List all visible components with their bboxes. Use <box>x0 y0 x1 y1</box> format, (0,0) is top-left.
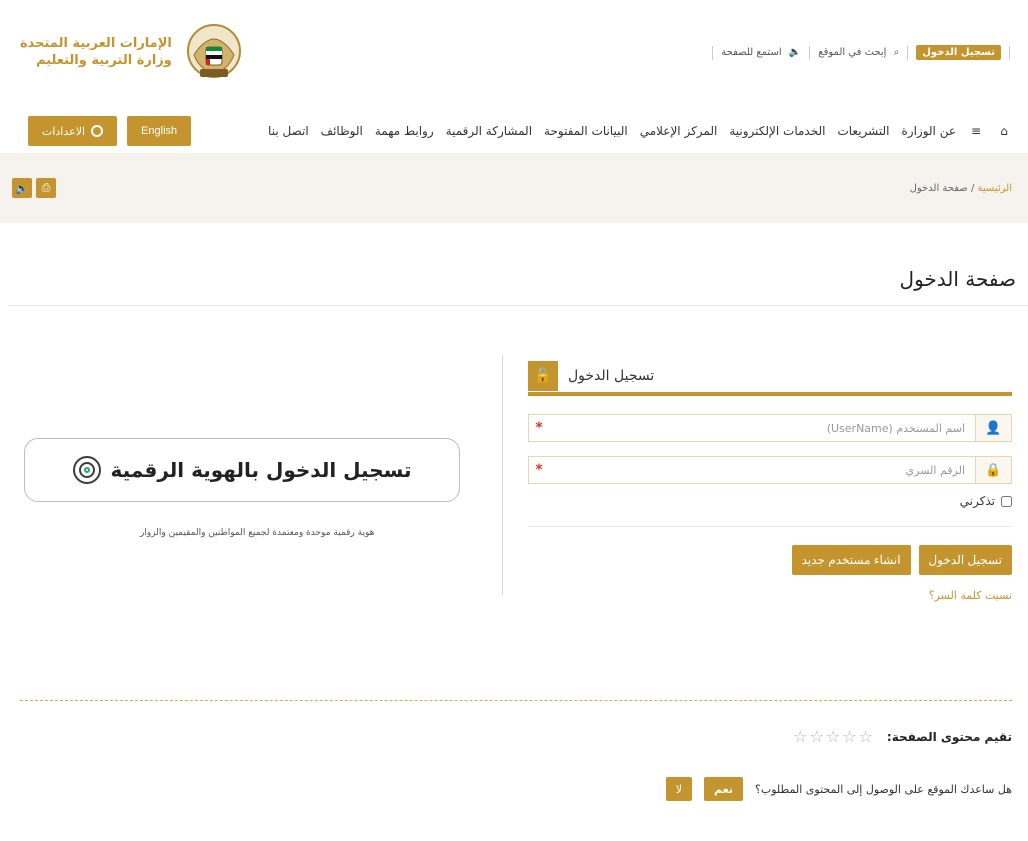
main-content: تسجيل الدخول 🔓 👤 اسم المستخدم (UserName)… <box>0 350 1028 610</box>
star-icon[interactable]: ☆ <box>826 727 840 746</box>
login-header: تسجيل الدخول 🔓 <box>528 360 1012 396</box>
rating-label: تقيم محتوى الصفحة: <box>886 729 1012 744</box>
breadcrumb-home[interactable]: الرئيسية <box>978 183 1012 194</box>
login-actions: تسجيل الدخول انشاء مستخدم جديد <box>528 545 1012 575</box>
search-link-label: إبحث في الموقع <box>818 47 887 58</box>
listen-link-label: استمع للصفحة <box>721 47 782 58</box>
breadcrumb-current: صفحة الدخول <box>909 182 968 194</box>
title-divider <box>8 305 1028 306</box>
helpful-yes-button[interactable]: نعم <box>704 777 743 801</box>
remember-checkbox[interactable] <box>1001 495 1012 507</box>
home-icon[interactable]: ⌂ <box>996 123 1012 139</box>
uae-emblem-icon <box>182 21 246 85</box>
top-header: تسجيل الدخول ⌕ إبحث في الموقع 🔈 استمع لل… <box>0 0 1028 105</box>
user-icon: 👤 <box>975 415 1011 441</box>
register-button[interactable]: انشاء مستخدم جديد <box>791 545 911 575</box>
username-field[interactable]: 👤 اسم المستخدم (UserName) * <box>528 414 1012 442</box>
helpful-question: هل ساعدك الموقع على الوصول إلى المحتوى ا… <box>755 782 1012 796</box>
rating-stars[interactable]: ☆ ☆ ☆ ☆ ☆ <box>793 727 873 746</box>
logo-texts: الإمارات العربية المتحدة وزارة التربية و… <box>20 36 172 69</box>
page-actions: ⎙ 🔈 <box>12 178 56 198</box>
main-nav: ⌂ ≡ عن الوزارة التشريعات الخدمات الإلكتر… <box>0 115 1028 147</box>
separator <box>712 45 714 60</box>
separator <box>809 45 811 60</box>
fingerprint-icon <box>72 456 101 484</box>
helpful-row: هل ساعدك الموقع على الوصول إلى المحتوى ا… <box>665 777 1012 801</box>
search-link[interactable]: ⌕ إبحث في الموقع <box>818 47 899 58</box>
nav-item-legislations[interactable]: التشريعات <box>837 124 889 138</box>
nav-item-contact[interactable]: اتصل بنا <box>268 124 309 138</box>
speaker-button[interactable]: 🔈 <box>12 178 32 198</box>
nav-item-digital-participation[interactable]: المشاركة الرقمية <box>446 124 532 138</box>
logo-line-1: الإمارات العربية المتحدة <box>20 36 172 52</box>
separator <box>907 45 909 60</box>
listen-link[interactable]: 🔈 استمع للصفحة <box>721 47 801 58</box>
print-button[interactable]: ⎙ <box>36 178 56 198</box>
login-panel: تسجيل الدخول 🔓 👤 اسم المستخدم (UserName)… <box>528 360 1012 602</box>
nav-item-about[interactable]: عن الوزارة <box>901 124 956 138</box>
forgot-password-link[interactable]: نسيت كلمة السر؟ <box>528 589 1012 602</box>
speaker-icon: 🔈 <box>788 47 802 58</box>
uae-pass-button[interactable]: تسجيل الدخول بالهوية الرقمية <box>24 438 460 502</box>
breadcrumb-band: الرئيسية / صفحة الدخول ⎙ 🔈 <box>0 153 1028 223</box>
login-button[interactable]: تسجيل الدخول <box>918 545 1012 575</box>
breadcrumb: الرئيسية / صفحة الدخول <box>910 183 1012 194</box>
password-field[interactable]: 🔒 الرقم السري * <box>528 456 1012 484</box>
search-icon: ⌕ <box>893 47 900 58</box>
lock-icon: 🔒 <box>975 457 1011 483</box>
required-icon: * <box>535 462 543 478</box>
nav-item-media[interactable]: المركز الإعلامي <box>640 124 718 138</box>
gear-icon <box>91 125 104 137</box>
remember-me[interactable]: تذكرني <box>528 494 1012 508</box>
menu-icon[interactable]: ≡ <box>968 123 984 139</box>
required-icon: * <box>535 420 543 436</box>
star-icon[interactable]: ☆ <box>793 727 807 746</box>
star-icon[interactable]: ☆ <box>810 727 824 746</box>
unlock-icon: 🔓 <box>528 361 558 391</box>
star-icon[interactable]: ☆ <box>859 727 873 746</box>
nav-item-important-links[interactable]: روابط مهمة <box>375 124 434 138</box>
password-placeholder: الرقم السري <box>905 463 965 477</box>
printer-icon: ⎙ <box>41 181 51 194</box>
settings-button[interactable]: الاعدادات <box>28 116 118 146</box>
page-title: صفحة الدخول <box>899 267 1016 291</box>
breadcrumb-separator: / <box>967 182 975 194</box>
helpful-no-button[interactable]: لا <box>665 777 693 801</box>
uae-pass-caption: هوية رقمية موحدة ومعتمدة لجميع المواطنين… <box>140 528 375 538</box>
settings-label: الاعدادات <box>42 125 86 138</box>
language-button[interactable]: English <box>127 116 192 146</box>
nav-item-eservices[interactable]: الخدمات الإلكترونية <box>729 124 825 138</box>
logo-line-2: وزارة التربية والتعليم <box>35 52 172 68</box>
nav-actions: English الاعدادات <box>28 116 192 146</box>
center-divider <box>502 355 503 595</box>
nav-item-open-data[interactable]: البيانات المفتوحة <box>544 124 628 138</box>
username-placeholder: اسم المستخدم (UserName) <box>826 421 965 435</box>
nav-menu: ⌂ ≡ عن الوزارة التشريعات الخدمات الإلكتر… <box>268 123 1012 139</box>
top-links: تسجيل الدخول ⌕ إبحث في الموقع 🔈 استمع لل… <box>710 45 1012 60</box>
feedback-divider <box>20 700 1012 701</box>
uae-pass-label: تسجيل الدخول بالهوية الرقمية <box>110 458 412 482</box>
form-divider <box>528 526 1012 527</box>
separator <box>1009 45 1010 60</box>
rating-row: تقيم محتوى الصفحة: ☆ ☆ ☆ ☆ ☆ <box>793 727 1012 746</box>
nav-item-jobs[interactable]: الوظائف <box>321 124 363 138</box>
top-login-link[interactable]: تسجيل الدخول <box>916 45 1001 60</box>
remember-label: تذكرني <box>959 494 995 508</box>
speaker-icon: 🔈 <box>15 181 29 195</box>
ministry-logo[interactable]: الإمارات العربية المتحدة وزارة التربية و… <box>20 21 246 85</box>
star-icon[interactable]: ☆ <box>842 727 856 746</box>
emblem-svg <box>186 23 241 78</box>
login-title: تسجيل الدخول <box>568 368 655 384</box>
